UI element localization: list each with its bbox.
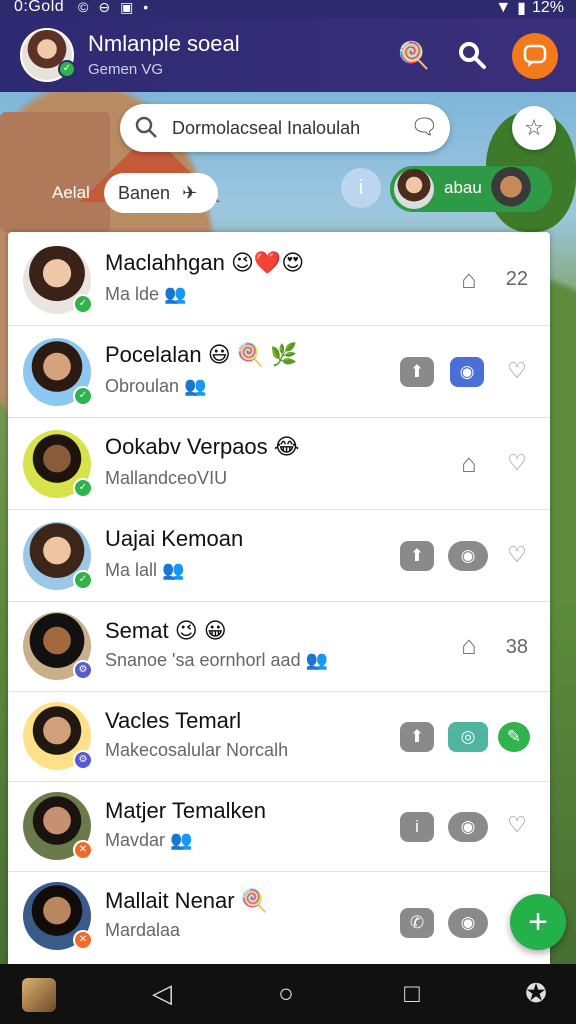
- list-item[interactable]: ⚙ Vacles Temarl Makecosalular Norcalh ⬆ …: [8, 692, 550, 782]
- battery-level: 12%: [531, 0, 564, 16]
- status-badge: ✓: [73, 570, 93, 590]
- timer-icon[interactable]: ⌂: [458, 264, 480, 298]
- status-icon-4: •: [143, 0, 149, 15]
- contact-status: Mardalaa: [105, 920, 181, 940]
- filter-pill[interactable]: Banen ✈: [104, 173, 218, 213]
- contact-status: Makecosalular Norcalh: [105, 740, 289, 760]
- list-item[interactable]: ✓ Ookabv Verpaos 😂 MallandceoVIU ⌂ ♡: [8, 418, 550, 510]
- info-button[interactable]: i: [341, 168, 381, 208]
- chat-icon[interactable]: [512, 33, 558, 79]
- status-icon-1: ©: [78, 0, 89, 15]
- battery-icon: ▮: [517, 0, 526, 17]
- upload-button[interactable]: ⬆: [400, 541, 434, 571]
- wifi-icon: ▼: [495, 0, 512, 16]
- call-button[interactable]: ✆: [400, 908, 434, 938]
- status-badge: ✕: [73, 840, 93, 860]
- search-input[interactable]: Dormolacseal Inaloulah 🗨: [120, 104, 450, 152]
- heart-icon[interactable]: ♡: [502, 812, 532, 842]
- contact-name: Uajai Kemoan: [105, 526, 244, 551]
- add-contact-button[interactable]: +: [510, 894, 566, 950]
- list-item[interactable]: ⚙ Semat 😉 😀 Snanoe 'sa eornhorl aad 👥 ⌂ …: [8, 602, 550, 692]
- filter-pill-label: Banen: [118, 182, 171, 203]
- contact-status: Snanoe 'sa eornhorl aad 👥: [105, 650, 328, 670]
- status-badge: ✓: [73, 294, 93, 314]
- story-chip[interactable]: abau: [390, 166, 552, 212]
- recents-button[interactable]: □: [392, 978, 432, 1009]
- view-button[interactable]: ◉: [448, 908, 488, 938]
- upload-button[interactable]: ⬆: [400, 722, 434, 752]
- status-badge: ✓: [73, 478, 93, 498]
- status-badge: ⚙: [73, 750, 93, 770]
- search-value: Dormolacseal Inaloulah: [172, 118, 361, 138]
- view-button[interactable]: ◉: [448, 541, 488, 571]
- recent-app-icon[interactable]: [22, 978, 56, 1012]
- contact-status: Ma lde 👥: [105, 284, 187, 304]
- contact-name: Matjer Temalken: [105, 798, 266, 823]
- contact-list: ✓ Maclahhgan 😉❤️😍 Ma lde 👥 ⌂ 22 ✓ Pocela…: [8, 232, 550, 964]
- message-button[interactable]: ◎: [448, 722, 488, 752]
- online-badge: ✓: [58, 60, 76, 78]
- contact-status: MallandceoVIU: [105, 468, 228, 488]
- back-button[interactable]: ◁: [142, 978, 182, 1009]
- heart-icon[interactable]: ♡: [502, 450, 532, 480]
- contact-name: Mallait Nenar 🍭: [105, 888, 269, 913]
- send-button[interactable]: ✎: [498, 722, 530, 752]
- voice-icon[interactable]: 🗨: [410, 114, 438, 140]
- status-icons: © ⊖ ▣ •: [78, 0, 148, 16]
- contact-name: Ookabv Verpaos 😂: [105, 434, 300, 459]
- search-field-icon: [134, 115, 158, 145]
- chip-label: abau: [444, 178, 482, 197]
- heart-icon[interactable]: ♡: [502, 542, 532, 572]
- contact-name: Semat 😉 😀: [105, 618, 227, 643]
- contact-name: Vacles Temarl: [105, 708, 242, 733]
- status-badge: ✓: [73, 386, 93, 406]
- lollipop-icon[interactable]: 🍭: [392, 33, 436, 77]
- home-button[interactable]: ○: [266, 978, 306, 1009]
- page-subtitle: Gemen VG: [88, 61, 164, 78]
- list-item[interactable]: ✓ Uajai Kemoan Ma lall 👥 ⬆ ◉ ♡: [8, 510, 550, 602]
- page-title: Nmlanple soeal: [88, 31, 240, 56]
- chip-avatar: [394, 169, 434, 209]
- search-icon[interactable]: [450, 33, 494, 77]
- status-badge: ⚙: [73, 660, 93, 680]
- contact-status: Obroulan 👥: [105, 376, 207, 396]
- info-action-button[interactable]: i: [400, 812, 434, 842]
- status-bar: 0:Gold © ⊖ ▣ • ▼ ▮ 12%: [0, 0, 576, 18]
- contact-status: Mavdar 👥: [105, 830, 193, 850]
- list-item[interactable]: ✕ Mallait Nenar 🍭 Mardalaa ✆ ◉: [8, 872, 550, 964]
- heart-icon[interactable]: ♡: [502, 358, 532, 388]
- contact-status: Ma lall 👥: [105, 560, 185, 580]
- unread-count: 38: [505, 636, 528, 658]
- contact-name: Maclahhgan 😉❤️😍: [105, 250, 305, 275]
- assistant-icon[interactable]: ✪: [516, 978, 556, 1009]
- status-time: 0:Gold: [14, 0, 65, 15]
- list-item[interactable]: ✓ Pocelalan 😃 🍭 🌿 Obroulan 👥 ⬆ ◉ ♡: [8, 326, 550, 418]
- filter-label: Aelal: [52, 183, 90, 202]
- list-item[interactable]: ✓ Maclahhgan 😉❤️😍 Ma lde 👥 ⌂ 22: [8, 232, 550, 326]
- system-nav-bar: ◁ ○ □ ✪: [0, 964, 576, 1024]
- unread-count: 22: [505, 268, 528, 290]
- view-button[interactable]: ◉: [448, 812, 488, 842]
- status-icon-2: ⊖: [98, 0, 111, 15]
- status-badge: ✕: [73, 930, 93, 950]
- paper-plane-icon: ✈: [182, 182, 198, 203]
- app-header: ✓ Nmlanple soeal Gemen VG 🍭: [0, 18, 576, 92]
- status-right: ▼ ▮ 12%: [495, 0, 564, 18]
- contact-name: Pocelalan 😃 🍭 🌿: [105, 342, 298, 367]
- upload-button[interactable]: ⬆: [400, 357, 434, 387]
- list-item[interactable]: ✕ Matjer Temalken Mavdar 👥 i ◉ ♡: [8, 782, 550, 872]
- chip-character: [486, 166, 536, 212]
- timer-icon[interactable]: ⌂: [458, 448, 480, 482]
- scene-house: [0, 112, 110, 232]
- view-button[interactable]: ◉: [450, 357, 484, 387]
- timer-icon[interactable]: ⌂: [458, 630, 480, 664]
- status-icon-3: ▣: [120, 0, 134, 15]
- favorite-button[interactable]: ☆: [512, 106, 556, 150]
